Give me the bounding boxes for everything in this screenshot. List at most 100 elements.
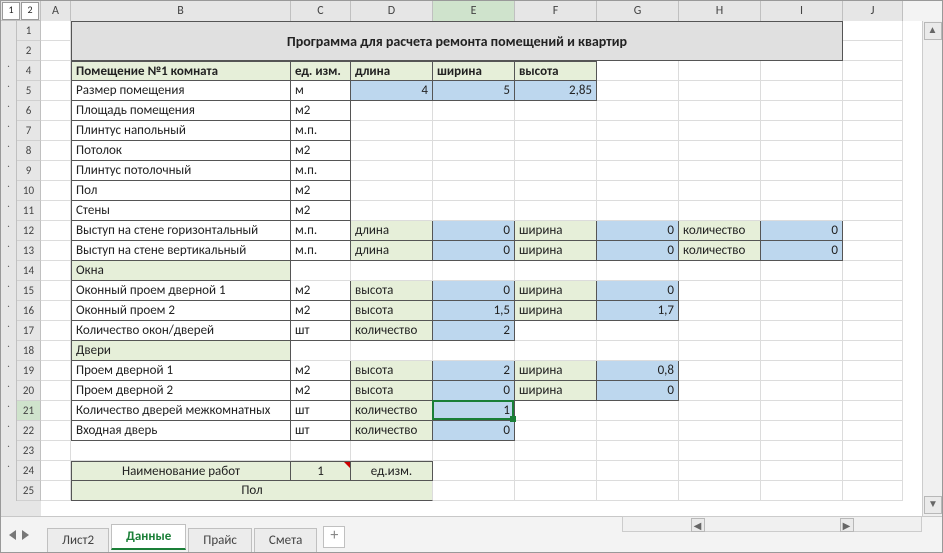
cell-D18[interactable] — [351, 341, 433, 361]
cell-D11[interactable] — [351, 201, 433, 221]
cell-H21[interactable] — [679, 401, 761, 421]
cell-B24[interactable]: Наименование работ — [71, 461, 291, 481]
cell-A10[interactable] — [41, 181, 71, 201]
cell-D21[interactable]: количество — [351, 401, 433, 421]
cell-H4[interactable] — [679, 61, 761, 81]
cell-F11[interactable] — [515, 201, 597, 221]
cell-J24[interactable] — [843, 461, 903, 481]
cell-F6[interactable] — [515, 101, 597, 121]
row-header-14[interactable]: 14 — [17, 261, 41, 281]
scroll-down-icon[interactable]: ▼ — [924, 496, 942, 514]
cell-G4[interactable] — [597, 61, 679, 81]
cell-F22[interactable] — [515, 421, 597, 441]
cell-C11[interactable]: м2 — [291, 201, 351, 221]
cell-E24[interactable] — [433, 461, 515, 481]
cell-H12[interactable]: количество — [679, 221, 761, 241]
cell-G16[interactable]: 1,7 — [597, 301, 679, 321]
cell-H6[interactable] — [679, 101, 761, 121]
cell-G7[interactable] — [597, 121, 679, 141]
cell-F12[interactable]: ширина — [515, 221, 597, 241]
cell-C24[interactable]: 1 — [291, 461, 351, 481]
cell-G8[interactable] — [597, 141, 679, 161]
cell-D4[interactable]: длина — [351, 61, 433, 81]
cell-F4[interactable]: высота — [515, 61, 597, 81]
cell-A5[interactable] — [41, 81, 71, 101]
cell-E8[interactable] — [433, 141, 515, 161]
cell-D15[interactable]: высота — [351, 281, 433, 301]
cell-H23[interactable] — [679, 441, 761, 461]
cell-A16[interactable] — [41, 301, 71, 321]
cell-F7[interactable] — [515, 121, 597, 141]
cell-D17[interactable]: количество — [351, 321, 433, 341]
cell-J19[interactable] — [843, 361, 903, 381]
row-header-1[interactable]: 1 — [17, 21, 41, 41]
cell-C6[interactable]: м2 — [291, 101, 351, 121]
cell-C15[interactable]: м2 — [291, 281, 351, 301]
cell-C13[interactable]: м.п. — [291, 241, 351, 261]
cell-A23[interactable] — [41, 441, 71, 461]
column-header-D[interactable]: D — [351, 1, 433, 21]
cell-H17[interactable] — [679, 321, 761, 341]
cell-B23[interactable] — [71, 441, 291, 461]
cell-J5[interactable] — [843, 81, 903, 101]
cell-A18[interactable] — [41, 341, 71, 361]
cell-A1[interactable] — [41, 21, 71, 41]
cell-J17[interactable] — [843, 321, 903, 341]
cell-G24[interactable] — [597, 461, 679, 481]
tab-next-icon[interactable] — [22, 530, 29, 540]
row-header-6[interactable]: 6 — [17, 101, 41, 121]
row-header-15[interactable]: 15 — [17, 281, 41, 301]
row-header-11[interactable]: 11 — [17, 201, 41, 221]
add-sheet-button[interactable]: + — [323, 526, 345, 548]
cell-C23[interactable] — [291, 441, 351, 461]
cell-I24[interactable] — [761, 461, 843, 481]
cell-G23[interactable] — [597, 441, 679, 461]
cell-D24[interactable]: ед.изм. — [351, 461, 433, 481]
row-header-13[interactable]: 13 — [17, 241, 41, 261]
tab-prev-icon[interactable] — [9, 530, 16, 540]
cell-A21[interactable] — [41, 401, 71, 421]
sheet-tab-Лист2[interactable]: Лист2 — [47, 528, 109, 552]
cell-I17[interactable] — [761, 321, 843, 341]
cell-J12[interactable] — [843, 221, 903, 241]
row-header-23[interactable]: 23 — [17, 441, 41, 461]
cell-I13[interactable]: 0 — [761, 241, 843, 261]
column-header-F[interactable]: F — [515, 1, 597, 21]
scroll-right-icon[interactable]: ▶ — [840, 518, 854, 532]
row-header-4[interactable]: 4 — [17, 61, 41, 81]
cell-E6[interactable] — [433, 101, 515, 121]
cell-E14[interactable] — [433, 261, 515, 281]
cell-F19[interactable]: ширина — [515, 361, 597, 381]
cell-F18[interactable] — [515, 341, 597, 361]
cell-J15[interactable] — [843, 281, 903, 301]
row-header-9[interactable]: 9 — [17, 161, 41, 181]
cell-J4[interactable] — [843, 61, 903, 81]
cell-G15[interactable]: 0 — [597, 281, 679, 301]
cell-J8[interactable] — [843, 141, 903, 161]
cell-H20[interactable] — [679, 381, 761, 401]
cell-F20[interactable]: ширина — [515, 381, 597, 401]
cell-G21[interactable] — [597, 401, 679, 421]
cell-C4[interactable]: ед. изм. — [291, 61, 351, 81]
cell-E19[interactable]: 2 — [433, 361, 515, 381]
cell-A24[interactable] — [41, 461, 71, 481]
cell-B13[interactable]: Выступ на стене вертикальный — [71, 241, 291, 261]
cell-G13[interactable]: 0 — [597, 241, 679, 261]
cell-H19[interactable] — [679, 361, 761, 381]
cell-J2[interactable] — [843, 41, 903, 61]
cell-G11[interactable] — [597, 201, 679, 221]
cell-G25[interactable] — [597, 481, 679, 501]
cell-G9[interactable] — [597, 161, 679, 181]
cell-F21[interactable] — [515, 401, 597, 421]
horizontal-scrollbar[interactable]: ◀ ▶ — [622, 516, 922, 532]
cell-C21[interactable]: шт — [291, 401, 351, 421]
cell-A2[interactable] — [41, 41, 71, 61]
cell-J11[interactable] — [843, 201, 903, 221]
cell-E16[interactable]: 1,5 — [433, 301, 515, 321]
cell-J20[interactable] — [843, 381, 903, 401]
sheet-tab-Смета[interactable]: Смета — [254, 528, 317, 552]
cell-D5[interactable]: 4 — [351, 81, 433, 101]
cell-D19[interactable]: высота — [351, 361, 433, 381]
cell-I14[interactable] — [761, 261, 843, 281]
cell-E23[interactable] — [433, 441, 515, 461]
